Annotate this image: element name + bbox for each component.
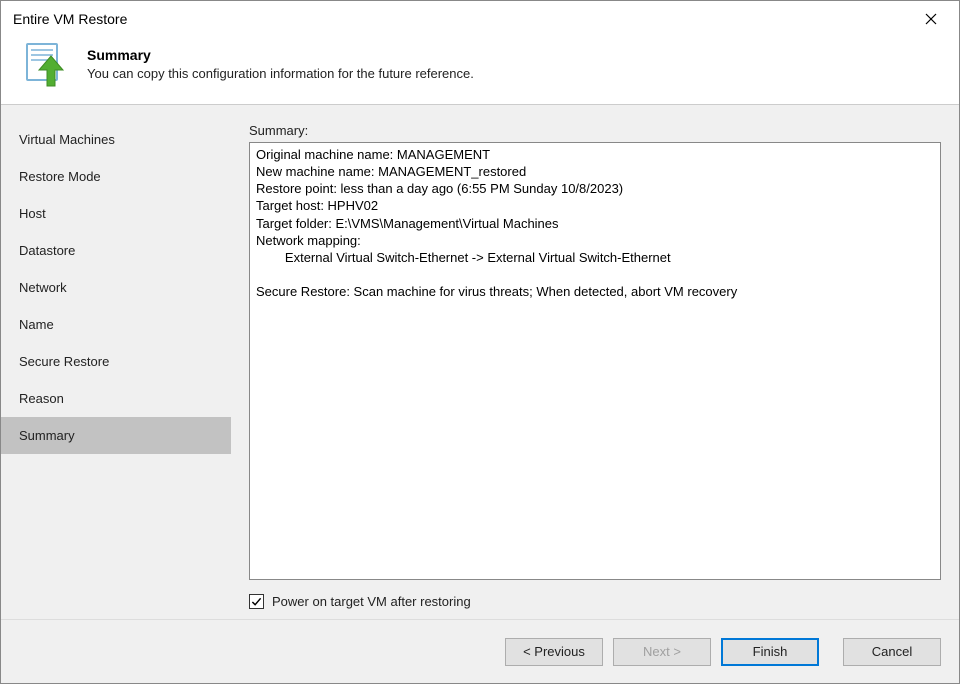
page-heading: Summary <box>87 47 474 63</box>
window-title: Entire VM Restore <box>13 11 127 27</box>
sidebar-item-network[interactable]: Network <box>1 269 231 306</box>
finish-button[interactable]: Finish <box>721 638 819 666</box>
cancel-button[interactable]: Cancel <box>843 638 941 666</box>
sidebar-item-name[interactable]: Name <box>1 306 231 343</box>
power-on-checkbox-row: Power on target VM after restoring <box>249 594 941 609</box>
check-icon <box>251 596 262 607</box>
sidebar-item-restore-mode[interactable]: Restore Mode <box>1 158 231 195</box>
header-text: Summary You can copy this configuration … <box>87 47 474 81</box>
summary-text-box[interactable]: Original machine name: MANAGEMENT New ma… <box>249 142 941 580</box>
sidebar-nav: Virtual Machines Restore Mode Host Datas… <box>1 105 231 619</box>
header: Summary You can copy this configuration … <box>1 35 959 105</box>
close-icon <box>925 13 937 25</box>
sidebar-item-datastore[interactable]: Datastore <box>1 232 231 269</box>
next-button: Next > <box>613 638 711 666</box>
power-on-checkbox[interactable] <box>249 594 264 609</box>
footer: < Previous Next > Finish Cancel <box>1 619 959 683</box>
power-on-checkbox-label: Power on target VM after restoring <box>272 594 471 609</box>
summary-label: Summary: <box>249 123 941 138</box>
titlebar: Entire VM Restore <box>1 1 959 35</box>
sidebar-item-host[interactable]: Host <box>1 195 231 232</box>
sidebar-item-summary[interactable]: Summary <box>1 417 231 454</box>
sidebar-item-reason[interactable]: Reason <box>1 380 231 417</box>
page-subheading: You can copy this configuration informat… <box>87 66 474 81</box>
wizard-window: Entire VM Restore Summary You can copy t… <box>0 0 960 684</box>
close-button[interactable] <box>915 7 947 31</box>
body: Virtual Machines Restore Mode Host Datas… <box>1 105 959 619</box>
main-panel: Summary: Original machine name: MANAGEME… <box>231 105 959 619</box>
restore-icon <box>21 40 69 88</box>
sidebar-item-virtual-machines[interactable]: Virtual Machines <box>1 121 231 158</box>
sidebar-item-secure-restore[interactable]: Secure Restore <box>1 343 231 380</box>
previous-button[interactable]: < Previous <box>505 638 603 666</box>
